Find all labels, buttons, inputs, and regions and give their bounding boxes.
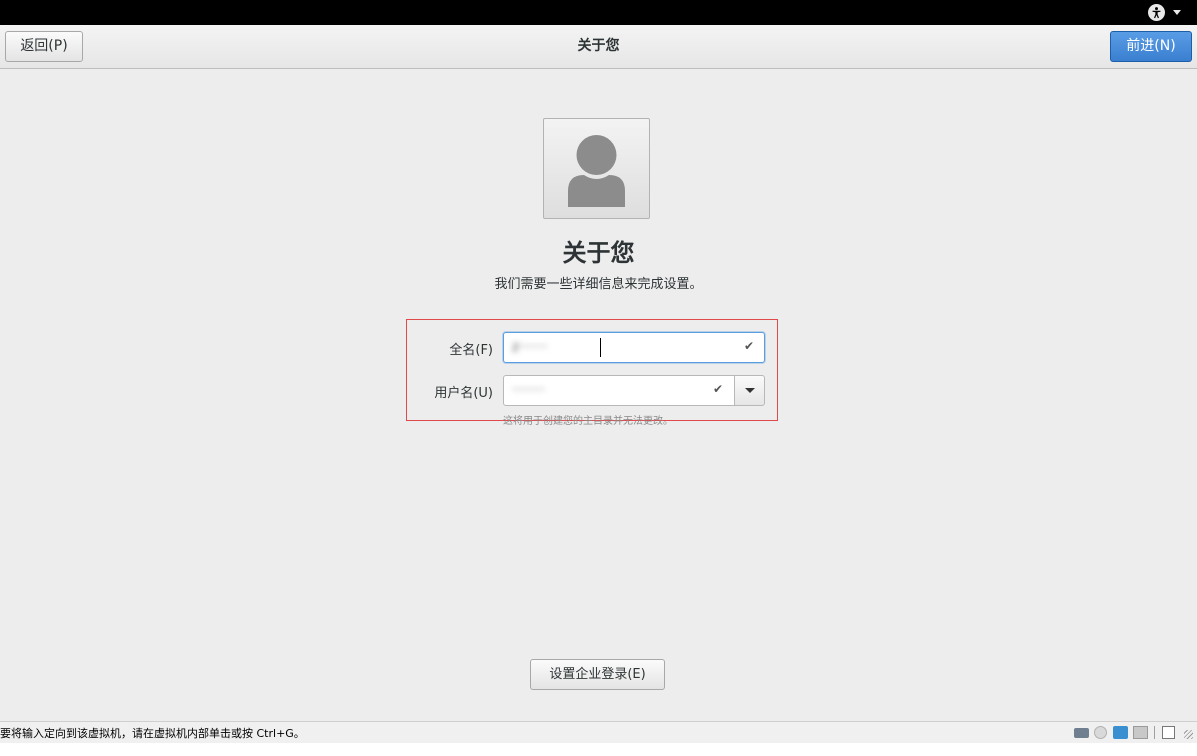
username-hint: 这将用于创建您的主目录并无法更改。 [503,416,673,427]
tray-divider [1154,726,1155,739]
fullname-label: 全名(F) [449,343,493,358]
next-button[interactable]: 前进(N) [1110,31,1192,62]
header-bar: 返回(P) 关于您 前进(N) [0,25,1197,69]
header-title: 关于您 [577,38,620,54]
vm-status-bar: 要将输入定向到该虚拟机，请在虚拟机内部单击或按 Ctrl+G。 [0,721,1197,743]
fullname-value: z······· [512,340,548,355]
cd-drive-icon[interactable] [1094,726,1107,739]
system-top-bar [0,0,1197,25]
user-avatar-icon [568,135,625,207]
username-input[interactable]: ········ [503,375,735,406]
username-value: ········ [512,383,546,398]
fullname-input[interactable]: z······· [503,332,765,363]
accessibility-icon[interactable] [1148,4,1165,21]
check-icon: ✔ [744,339,755,353]
chevron-down-icon [745,388,755,393]
username-dropdown-button[interactable] [734,375,765,406]
text-caret [600,338,601,357]
avatar-button[interactable] [543,118,650,219]
resize-grip-icon[interactable] [1184,730,1193,739]
window-bottom-edge [0,743,1197,756]
page-title: 关于您 [562,239,635,267]
username-label: 用户名(U) [434,386,493,401]
back-button[interactable]: 返回(P) [5,31,83,62]
hard-disk-icon[interactable] [1074,728,1089,738]
page-subtitle: 我们需要一些详细信息来完成设置。 [494,277,703,292]
network-adapter-icon[interactable] [1113,726,1128,739]
enterprise-login-button[interactable]: 设置企业登录(E) [530,659,665,690]
message-log-icon[interactable] [1162,726,1175,739]
status-message: 要将输入定向到该虚拟机，请在虚拟机内部单击或按 Ctrl+G。 [0,727,305,740]
system-menu-arrow-icon[interactable] [1173,10,1181,15]
usb-device-icon[interactable] [1133,726,1148,739]
check-icon: ✔ [713,382,724,396]
